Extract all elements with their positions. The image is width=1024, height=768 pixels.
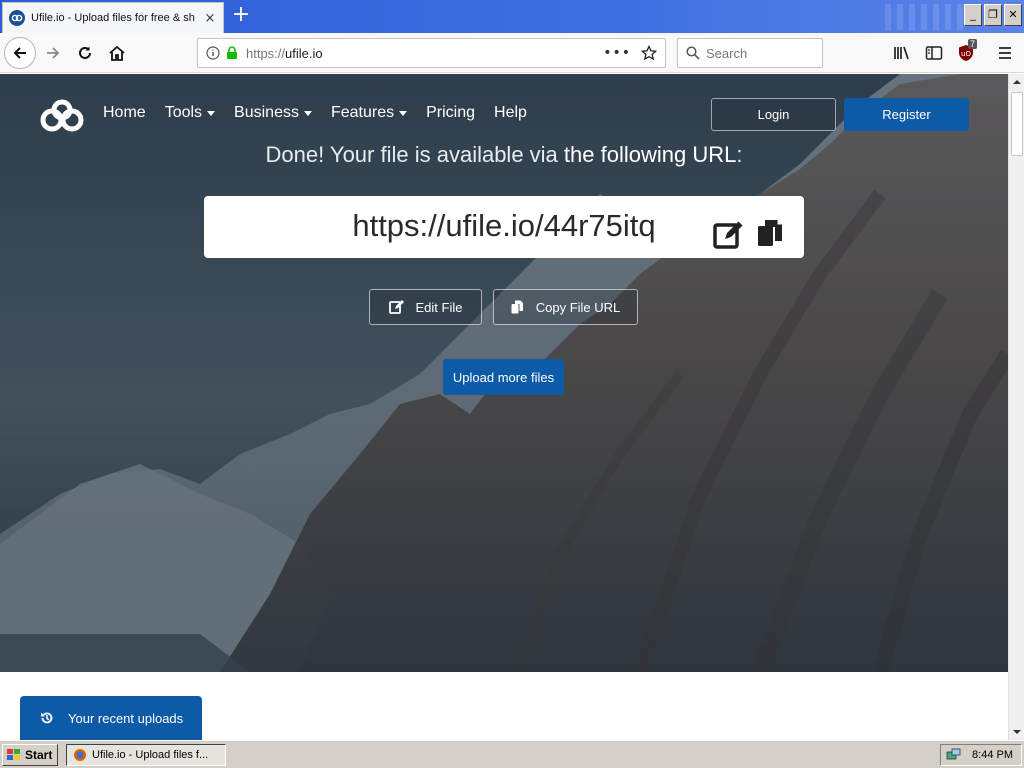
nav-features[interactable]: Features [330,104,408,122]
info-icon[interactable] [206,46,220,60]
clock: 8:44 PM [972,749,1013,761]
hero-section: Home Tools Business Features Pricing Hel… [0,74,1008,672]
titlebar-decoration [885,4,965,30]
copy-file-url-button[interactable]: Copy File URL [493,289,638,325]
nav-tools-label: Tools [164,104,203,121]
register-button[interactable]: Register [844,98,969,131]
firefox-icon [74,749,86,761]
ublock-button[interactable]: uO 7 [956,39,978,63]
forward-button[interactable] [38,38,68,68]
nav-help[interactable]: Help [494,104,527,122]
forward-arrow-icon [47,47,60,59]
start-label: Start [25,748,53,762]
taskbar-firefox-item[interactable]: Ufile.io - Upload files f... [66,744,226,766]
edit-icon [388,300,404,314]
library-button[interactable] [892,43,912,63]
sidebar-icon [925,46,943,60]
restore-button[interactable]: ❐ [984,4,1002,26]
url-text[interactable]: https://ufile.io [246,46,603,61]
url-protocol: https:// [246,45,286,61]
nav-pricing[interactable]: Pricing [426,104,475,122]
reload-button[interactable] [70,38,100,68]
scrollbar-thumb[interactable] [1011,92,1023,156]
library-icon [894,46,909,60]
copy-file-url-label: Copy File URL [535,299,621,315]
page-scrollbar[interactable] [1008,74,1024,740]
bookmark-star-icon[interactable] [641,45,657,61]
search-bar[interactable]: Search [677,38,823,68]
taskbar-item-label: Ufile.io - Upload files f... [92,749,209,761]
edit-file-label: Edit File [415,299,463,315]
ublock-count-badge: 7 [968,39,978,49]
reload-icon [79,46,91,59]
tab-title: Ufile.io - Upload files for free & sh [31,12,195,24]
network-tray-icon[interactable] [946,748,962,762]
sidebar-toggle-button[interactable] [924,43,944,63]
nav-home[interactable]: Home [103,104,146,122]
copy-icon [511,300,523,314]
home-icon [109,45,125,61]
nav-tools[interactable]: Tools [164,104,216,122]
done-prefix: Done! Your file is available via [265,142,564,167]
edit-file-button[interactable]: Edit File [369,289,482,325]
edit-url-icon[interactable] [713,219,745,249]
main-menu-button[interactable] [995,43,1015,63]
scroll-up-arrow-icon[interactable] [1009,74,1024,90]
new-tab-button[interactable]: + [229,4,253,28]
window-controls: _ ❐ ✕ [964,4,1022,26]
login-button[interactable]: Login [711,98,836,131]
browser-tab-bar: Ufile.io - Upload files for free & sh × … [0,0,1024,33]
tab-close-icon[interactable]: × [203,11,217,26]
svg-text:uO: uO [961,50,971,58]
hamburger-menu-icon [999,47,1011,59]
copy-url-icon[interactable] [757,219,783,247]
recent-uploads-label: Your recent uploads [68,710,184,726]
site-nav: Home Tools Business Features Pricing Hel… [103,104,546,122]
system-tray: 8:44 PM [940,744,1022,766]
back-button[interactable] [4,37,36,69]
ufile-favicon-icon [9,10,25,26]
minimize-button[interactable]: _ [964,4,982,26]
nav-business[interactable]: Business [234,104,312,122]
start-button[interactable]: Start [2,744,58,766]
close-window-button[interactable]: ✕ [1004,4,1022,26]
home-button[interactable] [102,38,132,68]
recent-uploads-tab[interactable]: Your recent uploads [20,696,202,740]
search-icon [686,46,700,60]
history-icon [41,712,53,724]
upload-more-files-button[interactable]: Upload more files [443,359,564,395]
back-arrow-icon [13,47,26,59]
lock-icon[interactable] [226,46,238,60]
chevron-down-icon [303,110,312,116]
page-actions-menu-icon[interactable]: ••• [603,45,631,61]
ufile-logo-icon[interactable] [38,98,86,134]
chevron-down-icon [399,110,408,116]
done-strong: the following URL [563,142,737,167]
search-placeholder: Search [706,45,748,61]
os-taskbar: Start Ufile.io - Upload files f... 8:44 … [0,740,1024,768]
chevron-down-icon [207,110,216,116]
nav-features-label: Features [330,104,395,121]
upload-done-message: Done! Your file is available via the fol… [0,142,1008,168]
url-host: ufile.io [285,45,323,61]
done-suffix: : [736,142,743,167]
windows-logo-icon [7,749,20,760]
browser-tab[interactable]: Ufile.io - Upload files for free & sh × [2,2,224,33]
url-bar[interactable]: https://ufile.io ••• [197,38,666,68]
browser-toolbar: https://ufile.io ••• Search uO 7 [0,33,1024,73]
scroll-down-arrow-icon[interactable] [1009,724,1024,740]
nav-business-label: Business [234,104,299,121]
page-viewport: Home Tools Business Features Pricing Hel… [0,74,1008,740]
